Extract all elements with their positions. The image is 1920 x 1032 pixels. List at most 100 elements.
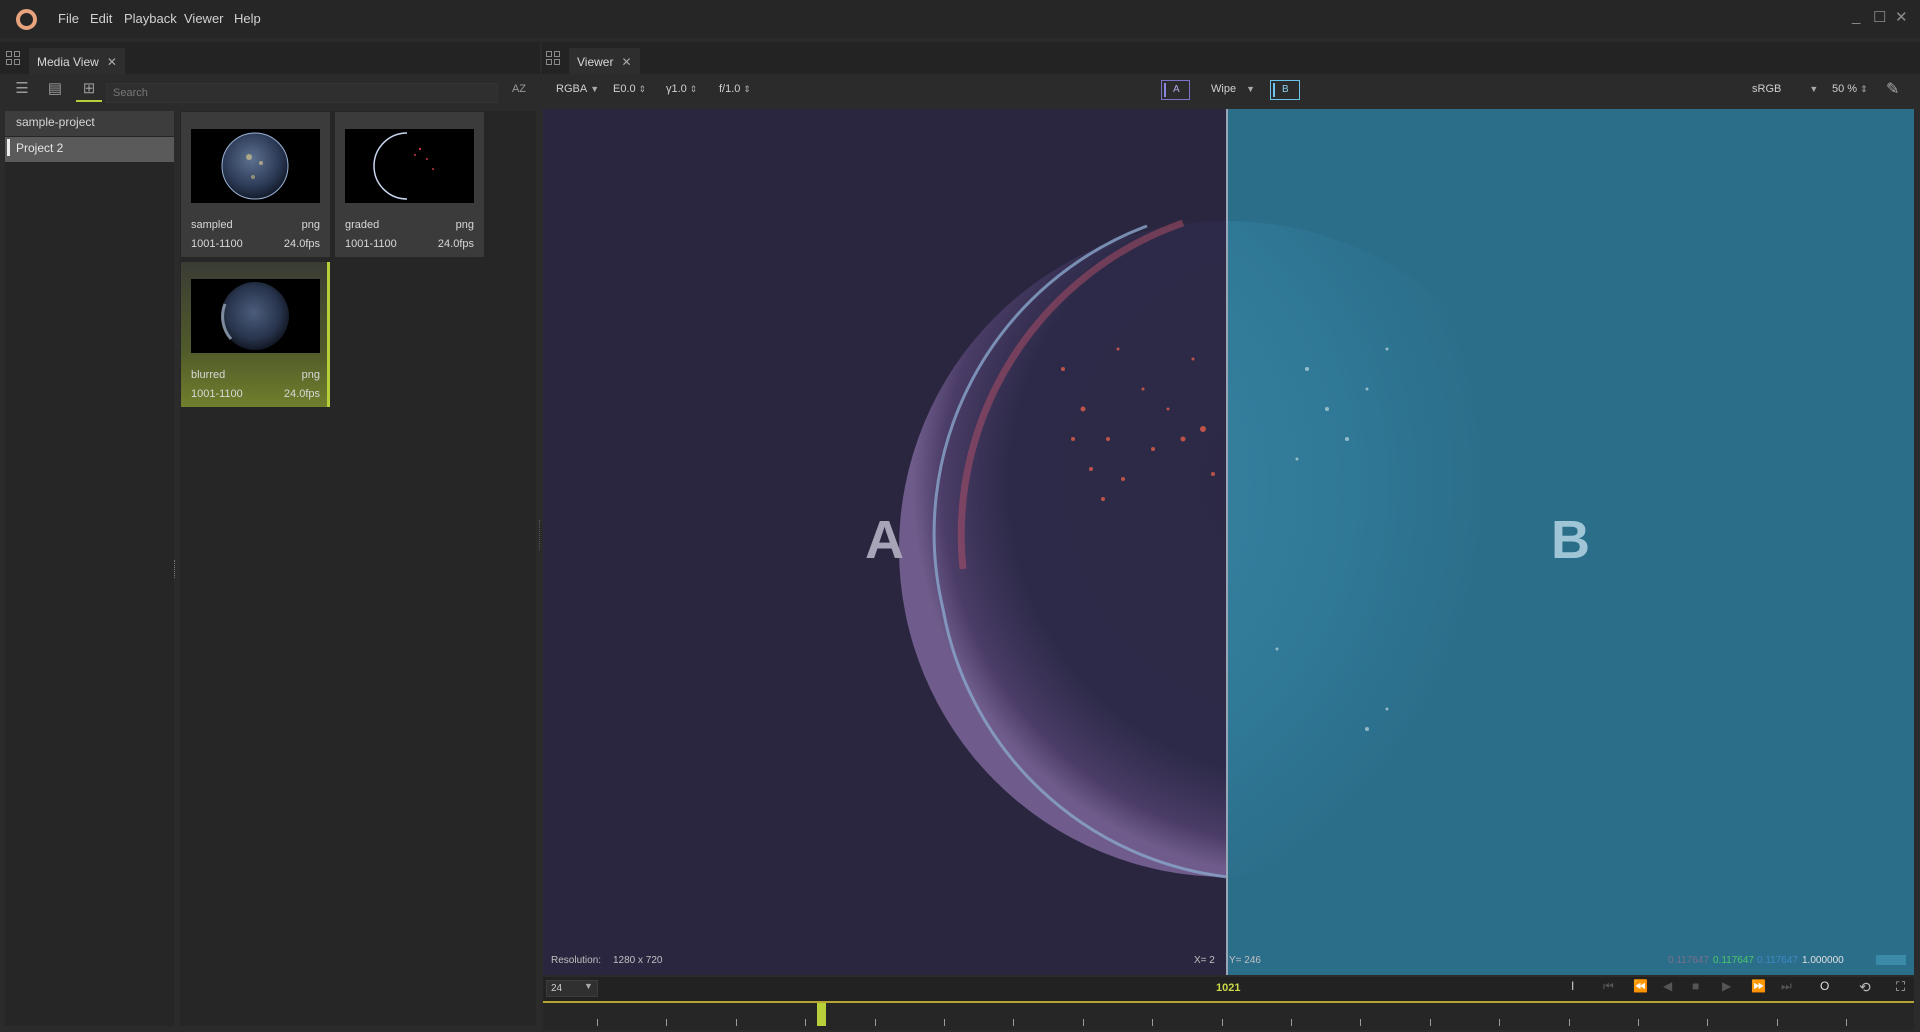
sort-az-icon[interactable]: AZ xyxy=(506,76,532,102)
play-icon[interactable]: ▶ xyxy=(1722,979,1731,993)
tab-viewer[interactable]: Viewer ✕ xyxy=(569,48,640,74)
media-fps: 24.0fps xyxy=(437,238,474,250)
compare-mode-label: Wipe xyxy=(1211,83,1237,95)
timeline-tick xyxy=(1083,1019,1084,1026)
timeline-tick xyxy=(1430,1019,1431,1026)
media-fps: 24.0fps xyxy=(283,388,320,400)
annotate-pen-icon[interactable]: ✎ xyxy=(1886,79,1899,99)
pixel-r-value: 0.117647 xyxy=(1668,955,1709,966)
overlay-label-a: A xyxy=(865,510,904,570)
panel-layout-icon[interactable] xyxy=(546,51,561,66)
menu-file[interactable]: File xyxy=(58,11,79,26)
media-range: 1001-1100 xyxy=(345,238,397,250)
timeline-tick xyxy=(1777,1019,1778,1026)
compare-a-label: A xyxy=(1173,84,1180,95)
pixel-b-value: 0.117647 xyxy=(1757,955,1798,966)
fstop-label: f/1.0 xyxy=(719,83,741,95)
project-item-sample-project[interactable]: sample-project xyxy=(5,111,174,136)
display-label: sRGB xyxy=(1752,83,1782,95)
viewer-splitter-handle[interactable] xyxy=(539,520,541,550)
step-back-icon[interactable]: ⏪ xyxy=(1633,979,1648,993)
viewer-image[interactable]: A B Resolution: 1280 x 720 X= 2 Y= 246 0… xyxy=(543,109,1914,975)
stop-icon[interactable]: ■ xyxy=(1692,979,1699,993)
step-forward-icon[interactable]: ⏩ xyxy=(1751,979,1766,993)
menu-bar: File Edit Playback Viewer Help _ ☐ ✕ xyxy=(0,0,1920,38)
fullscreen-icon[interactable]: ⛶ xyxy=(1896,979,1905,995)
tab-media-view[interactable]: Media View ✕ xyxy=(29,48,125,74)
media-ext: png xyxy=(455,219,474,231)
close-tab-icon[interactable]: ✕ xyxy=(621,55,631,69)
timeline-tick xyxy=(875,1019,876,1026)
media-card-blurred[interactable]: blurred png 1001-1100 24.0fps xyxy=(181,262,330,407)
loop-toggle-button[interactable]: O xyxy=(1820,979,1829,993)
list-view-icon[interactable]: ☰ xyxy=(9,76,35,102)
menu-edit[interactable]: Edit xyxy=(90,11,112,26)
timeline-track[interactable] xyxy=(543,1001,1914,1030)
timeline-tick xyxy=(1638,1019,1639,1026)
chevron-down-icon: ▼ xyxy=(590,84,600,94)
exposure-control[interactable]: E0.0 ⇕ xyxy=(613,83,646,95)
in-out-marker-icon[interactable]: I xyxy=(1571,979,1574,993)
overlay-label-b: B xyxy=(1551,510,1590,570)
project-list: sample-project Project 2 xyxy=(5,111,174,1026)
chevron-down-icon: ▼ xyxy=(1809,84,1819,94)
media-thumbnail xyxy=(191,279,320,353)
timeline-tick xyxy=(1707,1019,1708,1026)
stepper-icon: ⇕ xyxy=(1860,84,1868,94)
media-range: 1001-1100 xyxy=(191,238,243,250)
app-logo-icon xyxy=(16,9,37,30)
timeline-tick xyxy=(1569,1019,1570,1026)
chevron-down-icon: ▼ xyxy=(1246,84,1255,94)
compare-b-button[interactable]: B xyxy=(1270,80,1300,100)
timeline-tick xyxy=(736,1019,737,1026)
play-reverse-icon[interactable]: ◀ xyxy=(1663,979,1672,993)
menu-help[interactable]: Help xyxy=(234,11,261,26)
compare-a-button[interactable]: A xyxy=(1161,80,1190,100)
timeline-tick xyxy=(1291,1019,1292,1026)
media-name: sampled xyxy=(191,219,233,231)
chevron-down-icon[interactable]: ▼ xyxy=(584,981,593,991)
media-ext: png xyxy=(301,219,320,231)
cursor-x-readout: X= 2 xyxy=(1194,955,1215,966)
menu-playback[interactable]: Playback xyxy=(124,11,177,26)
timeline-tick xyxy=(805,1019,806,1026)
timeline-tick xyxy=(1152,1019,1153,1026)
close-window-icon[interactable]: ✕ xyxy=(1895,8,1908,26)
zoom-control[interactable]: 50 % ⇕ xyxy=(1832,83,1868,95)
timeline-tick xyxy=(1222,1019,1223,1026)
tab-viewer-label: Viewer xyxy=(577,55,614,69)
maximize-icon[interactable]: ☐ xyxy=(1873,8,1886,26)
loop-mode-icon[interactable]: ⟲ xyxy=(1859,979,1871,996)
minimize-icon[interactable]: _ xyxy=(1852,8,1860,25)
media-card-graded[interactable]: graded png 1001-1100 24.0fps xyxy=(335,112,484,257)
gamma-label: γ1.0 xyxy=(666,83,687,95)
media-card-sampled[interactable]: sampled png 1001-1100 24.0fps xyxy=(181,112,330,257)
compare-b-label: B xyxy=(1282,84,1289,95)
media-range: 1001-1100 xyxy=(191,388,243,400)
media-grid: sampled png 1001-1100 24.0fps graded png… xyxy=(180,111,536,1026)
cursor-y-readout: Y= 246 xyxy=(1229,955,1261,966)
timeline-tick xyxy=(1013,1019,1014,1026)
display-select[interactable]: sRGB ▼ xyxy=(1752,83,1818,95)
wipe-divider-handle[interactable] xyxy=(1226,109,1228,975)
timeline-tick xyxy=(666,1019,667,1026)
fstop-control[interactable]: f/1.0 ⇕ xyxy=(719,83,751,95)
timeline-playhead[interactable] xyxy=(817,1003,826,1026)
gamma-control[interactable]: γ1.0 ⇕ xyxy=(666,83,697,95)
channel-select[interactable]: RGBA ▼ xyxy=(556,83,599,95)
menu-viewer[interactable]: Viewer xyxy=(184,11,224,26)
detail-view-icon[interactable]: ▤ xyxy=(42,76,68,102)
search-input[interactable] xyxy=(106,83,498,103)
panel-splitter-handle[interactable] xyxy=(174,560,177,578)
go-to-start-icon[interactable]: ⏮ xyxy=(1603,979,1614,994)
timeline-tick xyxy=(1360,1019,1361,1026)
pixel-a-value: 1.000000 xyxy=(1802,955,1844,966)
compare-mode-select[interactable]: Wipe ▼ xyxy=(1211,83,1255,95)
close-tab-icon[interactable]: ✕ xyxy=(107,55,117,69)
pixel-color-swatch xyxy=(1876,955,1906,965)
project-item-project-2[interactable]: Project 2 xyxy=(5,137,174,162)
panel-layout-icon[interactable] xyxy=(6,51,21,66)
go-to-end-icon[interactable]: ⏭ xyxy=(1781,979,1792,994)
stepper-icon: ⇕ xyxy=(689,84,698,94)
grid-view-icon[interactable]: ⊞ xyxy=(76,76,102,102)
